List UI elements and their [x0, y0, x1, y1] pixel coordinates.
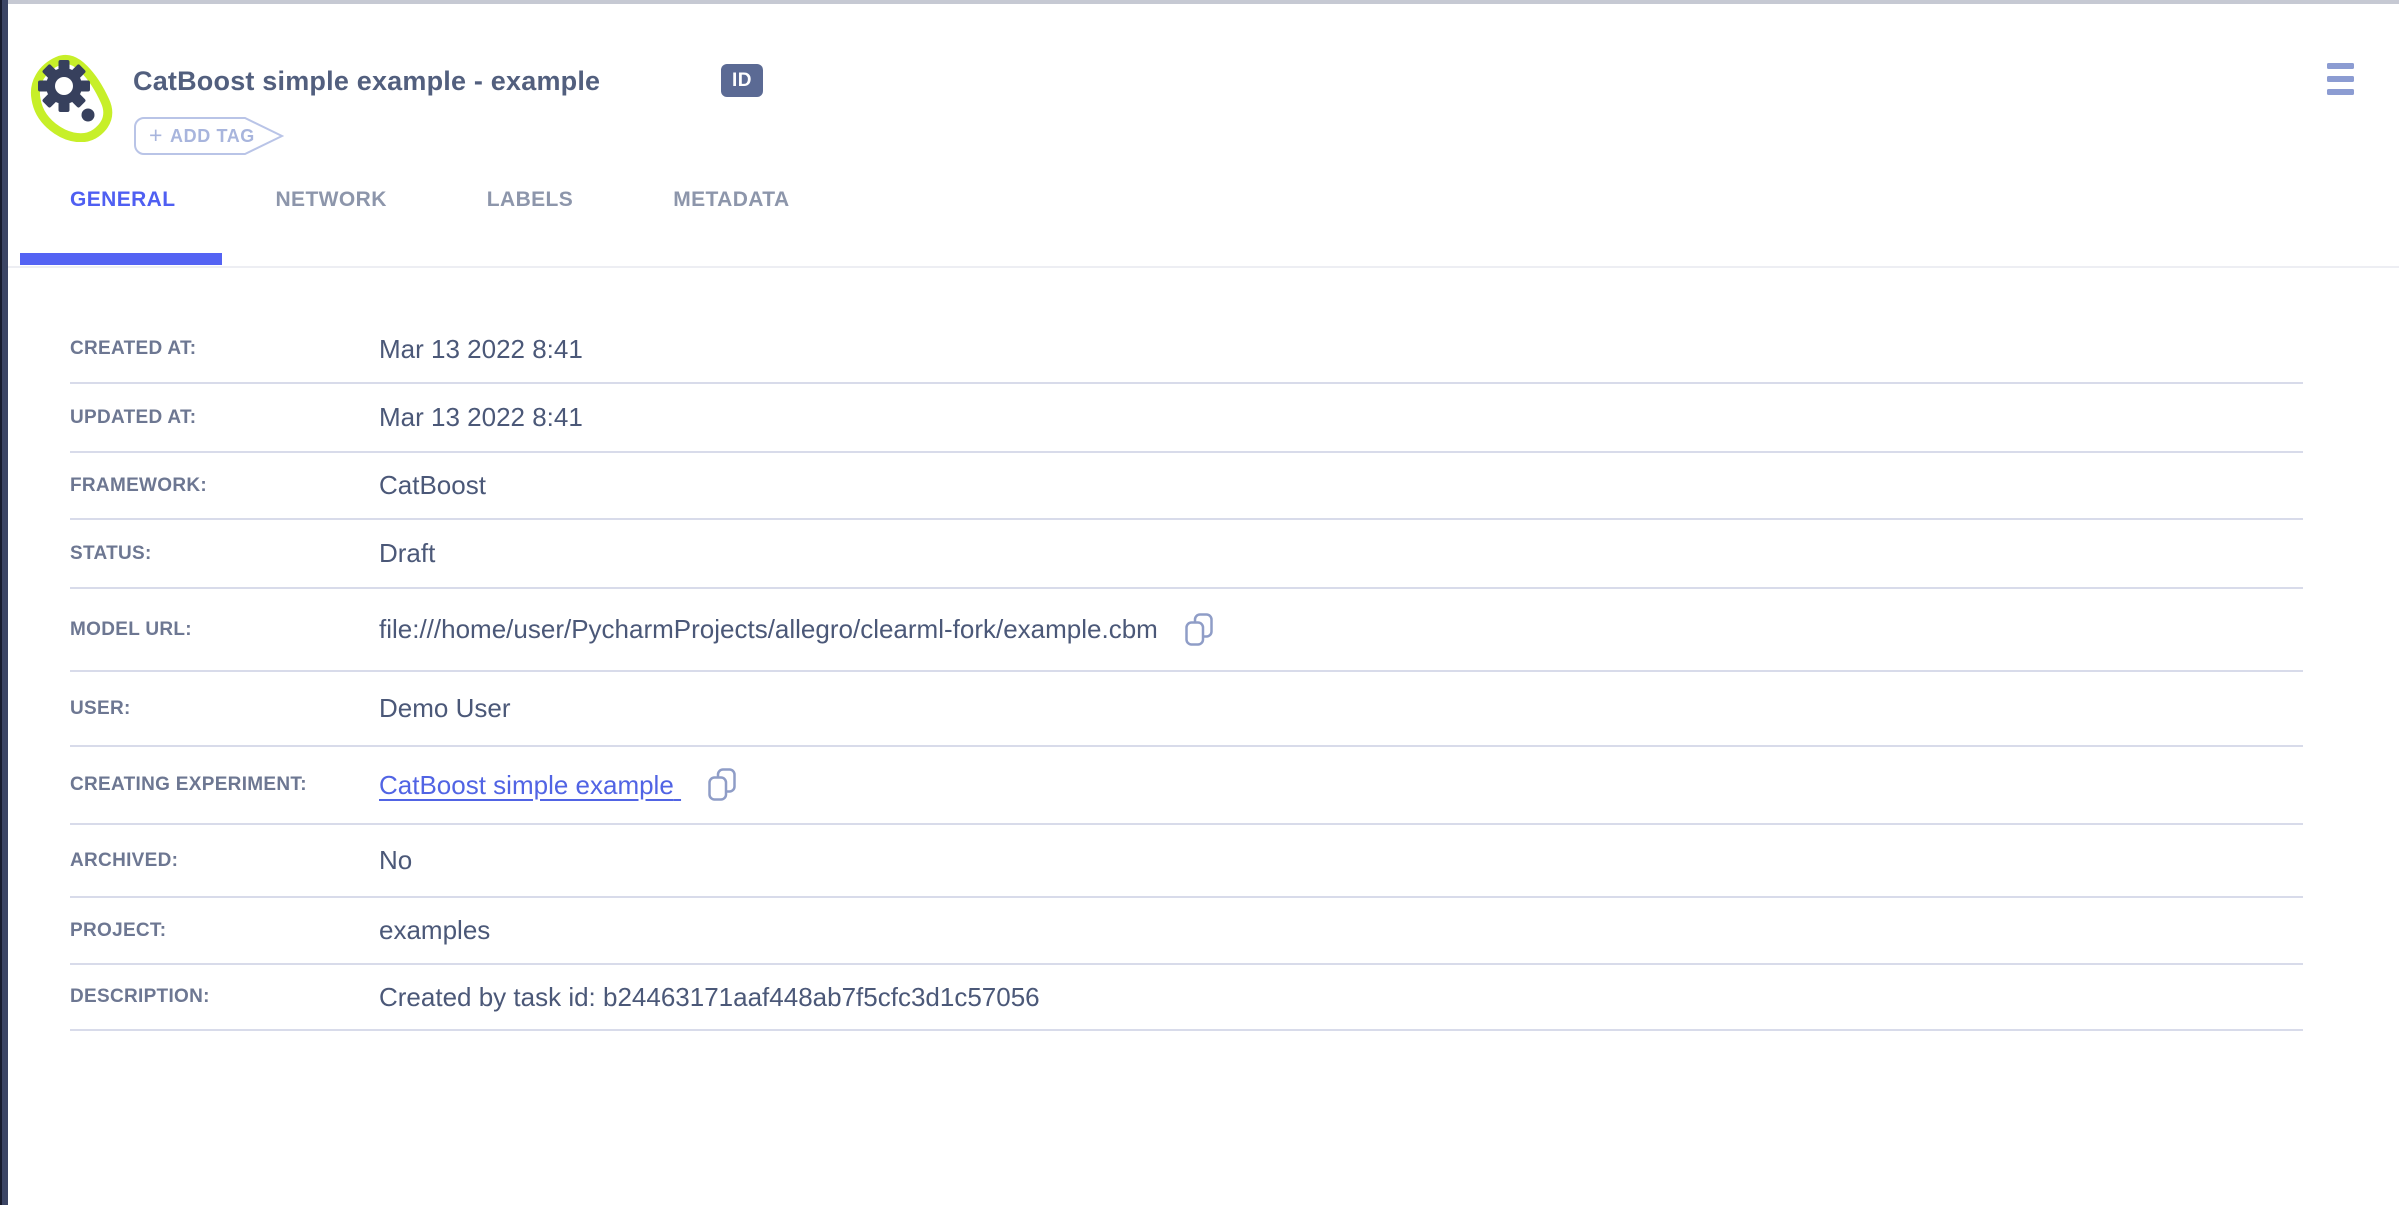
detail-row: STATUS: Draft: [70, 520, 2303, 589]
detail-value: No: [379, 845, 412, 876]
add-tag-button[interactable]: + ADD TAG: [134, 117, 284, 155]
detail-label: MODEL URL:: [70, 619, 379, 641]
detail-value-link[interactable]: CatBoost simple example: [379, 770, 681, 801]
detail-label: CREATED AT:: [70, 338, 379, 360]
detail-label: CREATING EXPERIMENT:: [70, 774, 379, 796]
tab-general[interactable]: GENERAL: [20, 183, 225, 217]
detail-row: USER: Demo User: [70, 672, 2303, 747]
detail-row: UPDATED AT: Mar 13 2022 8:41: [70, 384, 2303, 453]
detail-row: ARCHIVED: No: [70, 825, 2303, 898]
detail-value: Draft: [379, 538, 435, 569]
model-details-page: CatBoost simple example - example ID + A…: [0, 0, 2399, 1205]
copy-icon[interactable]: [707, 768, 737, 802]
detail-row: FRAMEWORK: CatBoost: [70, 453, 2303, 520]
detail-label: USER:: [70, 698, 379, 720]
detail-value: Created by task id: b24463171aaf448ab7f5…: [379, 982, 1040, 1013]
copy-icon[interactable]: [1184, 613, 1214, 647]
tabs-divider: [8, 266, 2399, 268]
detail-row: DESCRIPTION: Created by task id: b244631…: [70, 965, 2303, 1031]
id-badge-button[interactable]: ID: [721, 64, 763, 97]
general-details-list: CREATED AT: Mar 13 2022 8:41 UPDATED AT:…: [70, 270, 2303, 1031]
detail-label: STATUS:: [70, 543, 379, 565]
top-border-strip: [0, 0, 2399, 4]
detail-value: CatBoost: [379, 470, 486, 501]
detail-label: DESCRIPTION:: [70, 986, 379, 1008]
detail-label: ARCHIVED:: [70, 850, 379, 872]
left-border-strip: [0, 0, 8, 1205]
detail-value: file:///home/user/PycharmProjects/allegr…: [379, 614, 1158, 645]
active-tab-underline: [20, 253, 222, 265]
detail-label: UPDATED AT:: [70, 407, 379, 429]
tab-metadata[interactable]: METADATA: [623, 183, 839, 217]
detail-row: MODEL URL: file:///home/user/PycharmProj…: [70, 589, 2303, 672]
detail-label: FRAMEWORK:: [70, 475, 379, 497]
tab-labels[interactable]: LABELS: [437, 183, 623, 217]
hamburger-menu-icon[interactable]: [2327, 63, 2356, 100]
page-title: CatBoost simple example - example: [133, 66, 600, 97]
detail-label: PROJECT:: [70, 920, 379, 942]
detail-value: examples: [379, 915, 490, 946]
tab-network[interactable]: NETWORK: [225, 183, 436, 217]
model-gear-icon: [28, 52, 116, 147]
plus-icon: +: [149, 122, 163, 149]
detail-value: Mar 13 2022 8:41: [379, 334, 583, 365]
detail-value: Mar 13 2022 8:41: [379, 402, 583, 433]
detail-value: Demo User: [379, 693, 510, 724]
detail-row: PROJECT: examples: [70, 898, 2303, 965]
add-tag-label: ADD TAG: [170, 126, 255, 147]
tab-bar: GENERALNETWORKLABELSMETADATA: [20, 183, 840, 217]
detail-row: CREATING EXPERIMENT: CatBoost simple exa…: [70, 747, 2303, 825]
detail-row: CREATED AT: Mar 13 2022 8:41: [70, 316, 2303, 384]
